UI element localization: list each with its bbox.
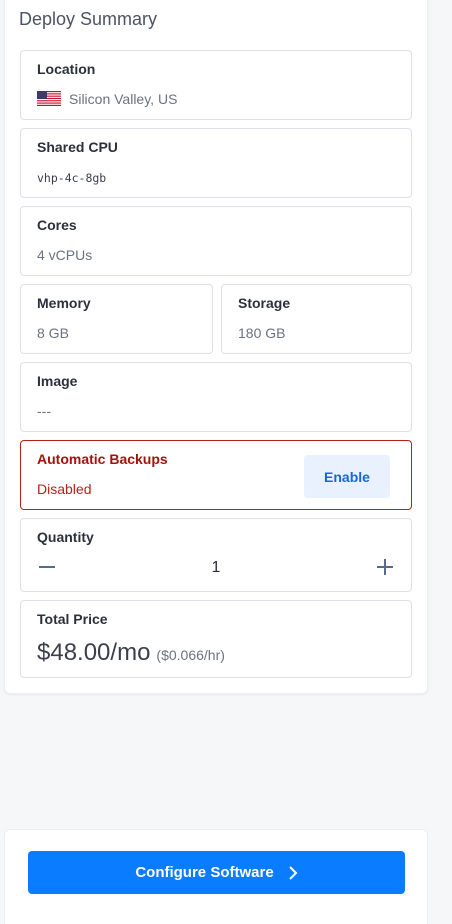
storage-value: 180 GB bbox=[238, 325, 286, 341]
memory-card: Memory 8 GB bbox=[20, 284, 213, 354]
total-price-value: $48.00/mo ($0.066/hr) bbox=[37, 639, 225, 667]
storage-label: Storage bbox=[238, 295, 291, 311]
quantity-value[interactable]: 1 bbox=[21, 559, 411, 577]
page-title: Deploy Summary bbox=[19, 9, 158, 29]
location-card: Location Silicon Valley, US bbox=[20, 50, 412, 120]
configure-software-label: Configure Software bbox=[135, 864, 274, 881]
backups-label: Automatic Backups bbox=[37, 451, 168, 467]
storage-card: Storage 180 GB bbox=[221, 284, 412, 354]
memory-label: Memory bbox=[37, 295, 91, 311]
chevron-right-icon bbox=[288, 865, 298, 880]
memory-value: 8 GB bbox=[37, 325, 69, 341]
total-price-card: Total Price $48.00/mo ($0.066/hr) bbox=[20, 600, 412, 678]
location-value: Silicon Valley, US bbox=[69, 91, 178, 107]
quantity-label: Quantity bbox=[37, 529, 94, 545]
hourly-price: ($0.066/hr) bbox=[156, 647, 225, 663]
cores-value: 4 vCPUs bbox=[37, 247, 93, 263]
image-card: Image --- bbox=[20, 362, 412, 432]
cores-card: Cores 4 vCPUs bbox=[20, 206, 412, 276]
plan-label: Shared CPU bbox=[37, 139, 118, 155]
image-label: Image bbox=[37, 373, 78, 389]
plan-card: Shared CPU vhp-4c-8gb bbox=[20, 128, 412, 198]
monthly-price: $48.00/mo bbox=[37, 639, 151, 666]
plan-value: vhp-4c-8gb bbox=[37, 171, 107, 185]
cores-label: Cores bbox=[37, 217, 77, 233]
us-flag-icon bbox=[37, 91, 61, 106]
configure-software-button[interactable]: Configure Software bbox=[28, 851, 405, 894]
location-label: Location bbox=[37, 61, 96, 77]
plus-icon[interactable] bbox=[375, 557, 395, 577]
total-price-label: Total Price bbox=[37, 611, 108, 627]
image-value: --- bbox=[37, 403, 51, 419]
enable-backups-button[interactable]: Enable bbox=[304, 455, 390, 498]
backups-card: Automatic Backups Disabled Enable bbox=[20, 440, 412, 510]
quantity-card: Quantity 1 bbox=[20, 518, 412, 592]
backups-status: Disabled bbox=[37, 481, 92, 497]
